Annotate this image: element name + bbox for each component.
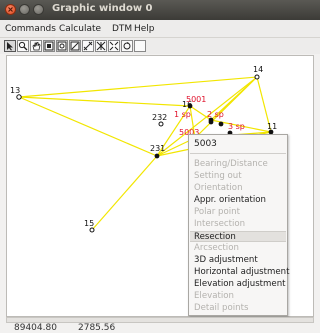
context-menu-header: 5003 [194,139,217,149]
menu-item-bearing-distance: Bearing/Distance [194,159,268,169]
menu-item-resection[interactable]: Resection [190,231,286,242]
menu-help[interactable]: Help [134,24,155,34]
title-bar: Graphic window 0 [0,0,320,20]
window-title: Graphic window 0 [52,3,153,14]
minimize-window-button[interactable] [19,4,30,15]
fit-icon[interactable] [108,40,120,52]
menu-item-3d-adjustment[interactable]: 3D adjustment [190,255,286,266]
close-icon [8,7,13,12]
point-1sp-marker [208,119,214,125]
cursor-y-coordinate: 2785.56 [78,323,116,333]
point-13-label: 13 [10,86,20,95]
menu-item-horizontal-adjustment[interactable]: Horizontal adjustment [190,267,290,278]
select-arrow-icon[interactable] [4,40,16,52]
point-13-marker [16,94,22,100]
point-15-marker [89,227,95,233]
point-context-menu: 5003 Bearing/Distance Setting out Orient… [188,134,290,316]
pan-hand-icon[interactable] [30,40,42,52]
menu-item-appr-orientation[interactable]: Appr. orientation [190,195,286,206]
blank-icon[interactable] [134,40,146,52]
menu-calculate[interactable]: Calculate [59,24,101,34]
toolbar [0,38,320,54]
point-1sp-label: 1 sp [174,110,191,119]
zoom-window-icon[interactable] [43,40,55,52]
network-line [194,76,258,139]
menu-item-elevation-adjustment[interactable]: Elevation adjustment [190,279,286,290]
menu-item-polar-point: Polar point [194,207,240,217]
point-14-label: 14 [253,65,263,74]
point-231-label: 231 [150,144,165,153]
point-231-marker [154,153,160,159]
menu-separator [190,153,286,154]
point-3sp-label: 3 sp [228,122,245,131]
maximize-window-button[interactable] [33,4,44,15]
point-2sp-marker [218,121,224,127]
menu-item-arcsection: Arcsection [194,243,239,253]
measure-distance-icon[interactable] [82,40,94,52]
point-15-label: 15 [84,219,94,228]
menu-item-elevation: Elevation [194,291,234,301]
menu-item-setting-out: Setting out [194,171,242,181]
menu-bar: Commands Calculate DTM Help [0,20,320,38]
network-line [18,96,158,157]
point-14-marker [254,74,260,80]
cursor-x-coordinate: 89404.80 [14,323,57,333]
zoom-previous-icon[interactable] [56,40,68,52]
point-232-label: 232 [152,113,167,122]
close-window-button[interactable] [5,4,16,15]
menu-item-intersection: Intersection [194,219,246,229]
menu-dtm[interactable]: DTM [112,24,132,34]
menu-commands[interactable]: Commands [5,24,56,34]
zoom-in-icon[interactable] [17,40,29,52]
point-2sp-label: 2 sp [207,110,224,119]
point-11-label: 11 [267,122,277,131]
network-line [91,155,158,231]
network-line [18,76,258,98]
network-line [18,96,191,107]
point-232-marker [158,121,164,127]
menu-item-orientation: Orientation [194,183,243,193]
menu-item-detail-points: Detail points [194,303,249,313]
status-bar: 89404.80 2785.56 [0,323,320,333]
intersection-icon[interactable] [95,40,107,52]
point-5001-label: 5001 [186,95,206,104]
redraw-icon[interactable] [121,40,133,52]
zoom-all-icon[interactable] [69,40,81,52]
